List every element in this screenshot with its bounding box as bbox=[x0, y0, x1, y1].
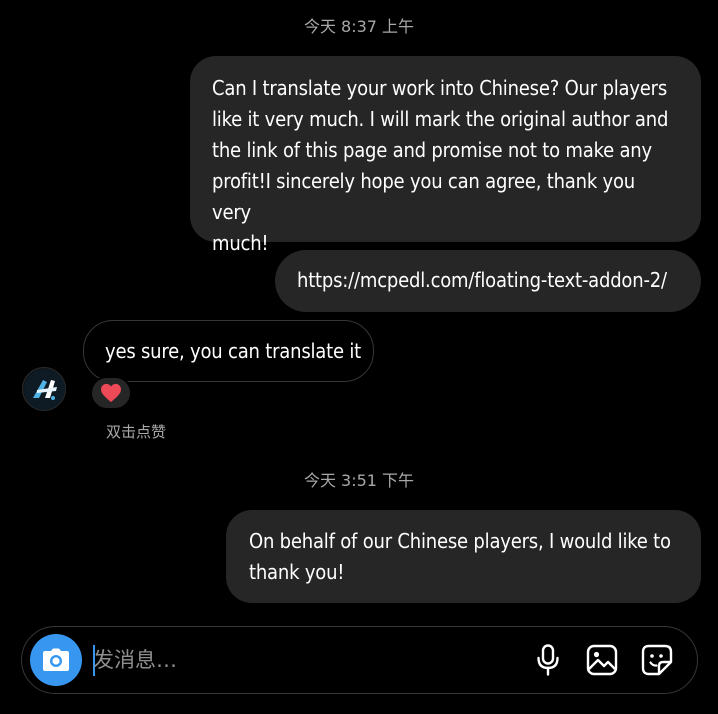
microphone-icon bbox=[537, 644, 559, 676]
message-line: Can I translate your work into Chinese? … bbox=[212, 76, 668, 100]
message-composer: 发消息… bbox=[21, 626, 698, 694]
message-line: the link of this page and promise not to… bbox=[212, 138, 652, 162]
message-input[interactable]: 发消息… bbox=[93, 646, 177, 674]
message-line: profit!I sincerely hope you can agree, t… bbox=[212, 169, 636, 224]
avatar[interactable] bbox=[22, 367, 66, 411]
incoming-message-bubble[interactable]: yes sure, you can translate it bbox=[83, 320, 374, 382]
outgoing-message-bubble[interactable]: Can I translate your work into Chinese? … bbox=[190, 56, 701, 255]
sticker-button[interactable] bbox=[640, 643, 674, 677]
message-line: On behalf of our Chinese players, I woul… bbox=[249, 529, 671, 553]
heart-reaction[interactable] bbox=[90, 376, 132, 410]
double-tap-hint: 双击点赞 bbox=[106, 423, 167, 441]
camera-icon bbox=[43, 648, 69, 671]
outgoing-message-bubble[interactable]: On behalf of our Chinese players, I woul… bbox=[226, 510, 701, 603]
message-text: yes sure, you can translate it bbox=[105, 339, 362, 363]
microphone-button[interactable] bbox=[531, 643, 565, 677]
sticker-icon bbox=[641, 644, 673, 676]
avatar-image bbox=[24, 369, 65, 410]
timestamp: 今天 8:37 上午 bbox=[303, 17, 415, 36]
message-line: thank you! bbox=[249, 560, 345, 584]
gallery-button[interactable] bbox=[585, 643, 619, 677]
camera-button[interactable] bbox=[30, 634, 82, 686]
link-text[interactable]: https://mcpedl.com/floating-text-addon-2… bbox=[297, 265, 701, 296]
outgoing-link-bubble[interactable]: https://mcpedl.com/floating-text-addon-2… bbox=[275, 250, 701, 312]
heart-icon bbox=[101, 383, 121, 403]
timestamp: 今天 3:51 下午 bbox=[303, 471, 415, 490]
message-line: like it very much. I will mark the origi… bbox=[212, 107, 669, 131]
image-icon bbox=[586, 644, 618, 676]
